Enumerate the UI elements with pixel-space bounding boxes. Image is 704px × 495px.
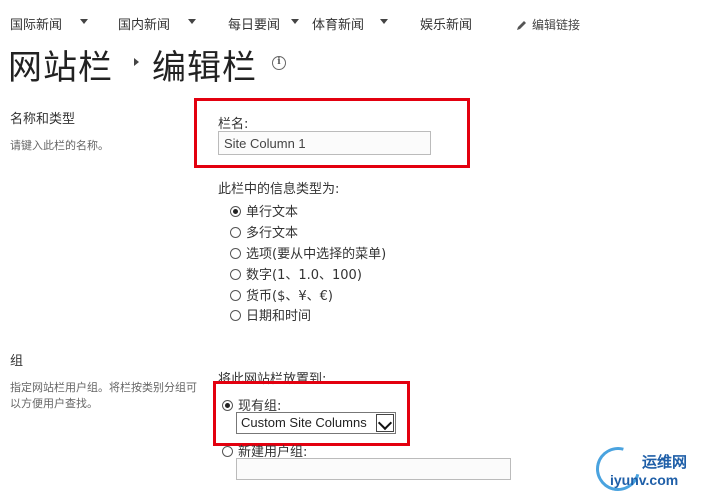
- radio-selected-icon[interactable]: [230, 206, 241, 217]
- chevron-down-icon[interactable]: [376, 414, 394, 432]
- breadcrumb-separator-icon: [134, 58, 139, 66]
- chevron-down-icon[interactable]: [291, 19, 299, 24]
- radio-existing-group[interactable]: 现有组:: [222, 395, 281, 414]
- radio-label: 单行文本: [246, 205, 299, 220]
- radio-currency[interactable]: 货币($、¥、€): [230, 285, 333, 304]
- radio-label: 多行文本: [246, 226, 299, 241]
- chevron-down-icon[interactable]: [80, 19, 88, 24]
- section-heading-name-type: 名称和类型: [10, 112, 76, 127]
- radio-single-line-text[interactable]: 单行文本: [230, 201, 299, 220]
- radio-new-group[interactable]: 新建用户组:: [222, 441, 307, 460]
- radio-icon[interactable]: [230, 227, 241, 238]
- radio-multi-line-text[interactable]: 多行文本: [230, 222, 299, 241]
- page-title: 编辑栏: [152, 48, 257, 88]
- section-description-group: 指定网站栏用户组。将栏按类别分组可以方便用户查找。: [10, 381, 197, 410]
- nav-item-daily[interactable]: 每日要闻: [228, 14, 280, 33]
- nav-item-entertainment[interactable]: 娱乐新闻: [420, 14, 472, 33]
- edit-links-link[interactable]: 编辑链接: [516, 16, 580, 33]
- watermark-text-en: iyunv.com: [610, 472, 679, 488]
- new-group-input[interactable]: [236, 458, 511, 480]
- edit-links-label: 编辑链接: [532, 18, 581, 32]
- watermark-text-cn: 运维网: [642, 453, 688, 471]
- radio-label: 选项(要从中选择的菜单): [246, 247, 387, 262]
- nav-item-domestic[interactable]: 国内新闻: [118, 14, 170, 33]
- radio-icon[interactable]: [222, 446, 233, 457]
- existing-group-select[interactable]: Custom Site Columns: [236, 412, 396, 434]
- radio-number[interactable]: 数字(1、1.0、100): [230, 264, 362, 283]
- existing-group-value: Custom Site Columns: [241, 415, 367, 430]
- info-icon[interactable]: i: [272, 56, 286, 70]
- radio-icon[interactable]: [230, 290, 241, 301]
- radio-label: 数字(1、1.0、100): [246, 268, 362, 283]
- column-name-input[interactable]: Site Column 1: [218, 131, 431, 155]
- chevron-down-icon[interactable]: [188, 19, 196, 24]
- chevron-down-icon[interactable]: [380, 19, 388, 24]
- nav-item-international[interactable]: 国际新闻: [10, 14, 62, 33]
- pencil-icon: [517, 21, 526, 30]
- radio-icon[interactable]: [230, 269, 241, 280]
- radio-selected-icon[interactable]: [222, 400, 233, 411]
- nav-item-sports[interactable]: 体育新闻: [312, 14, 364, 33]
- radio-icon[interactable]: [230, 310, 241, 321]
- radio-choice[interactable]: 选项(要从中选择的菜单): [230, 243, 387, 262]
- breadcrumb-site-columns[interactable]: 网站栏: [8, 40, 113, 89]
- radio-date-time[interactable]: 日期和时间: [230, 305, 312, 324]
- section-heading-group: 组: [10, 354, 24, 369]
- section-description-name-type: 请键入此栏的名称。: [10, 139, 109, 152]
- radio-label: 日期和时间: [246, 309, 312, 324]
- top-navigation: 国际新闻 国内新闻 每日要闻 体育新闻 娱乐新闻 编辑链接: [0, 0, 704, 40]
- info-type-label: 此栏中的信息类型为:: [218, 182, 340, 197]
- radio-label: 货币($、¥、€): [246, 289, 333, 304]
- column-name-label: 栏名:: [218, 117, 249, 132]
- radio-icon[interactable]: [230, 248, 241, 259]
